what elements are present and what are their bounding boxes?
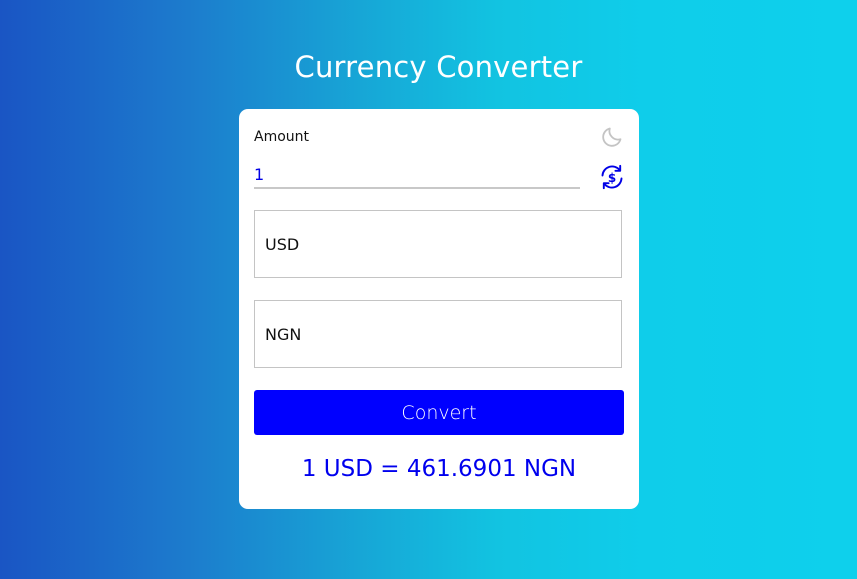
converter-card: Amount $ USD NGN Convert 1 USD = 461.690… <box>239 109 639 509</box>
convert-button[interactable]: Convert <box>254 390 624 435</box>
svg-text:$: $ <box>608 171 616 185</box>
amount-label: Amount <box>254 129 310 145</box>
from-currency-value: USD <box>265 234 300 254</box>
moon-icon[interactable] <box>600 125 624 149</box>
page-title: Currency Converter <box>294 50 583 84</box>
conversion-result: 1 USD = 461.6901 NGN <box>301 456 577 482</box>
amount-input[interactable] <box>254 161 580 189</box>
to-currency-select[interactable]: NGN <box>254 300 622 368</box>
currency-swap-icon[interactable]: $ <box>598 163 626 191</box>
to-currency-value: NGN <box>265 324 302 344</box>
from-currency-select[interactable]: USD <box>254 210 622 278</box>
